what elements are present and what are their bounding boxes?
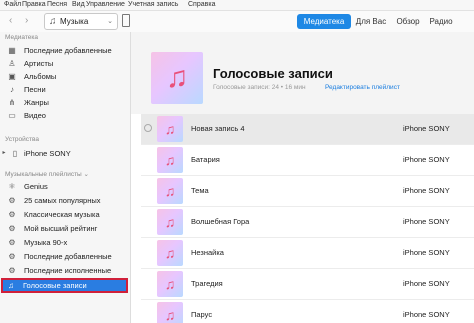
track-artwork: ♫: [157, 209, 183, 235]
sidebar-item-songs[interactable]: ♪ Песни: [3, 83, 125, 96]
track-name: Незнайка: [191, 248, 224, 257]
music-note-icon: ♫: [164, 214, 176, 230]
album-icon: ▣: [8, 72, 16, 81]
music-note-icon: ♫: [165, 61, 189, 94]
sidebar-section-devices: Устройства: [5, 136, 40, 143]
track-artwork: ♫: [157, 271, 183, 297]
track-row[interactable]: ♫ Волшебная Гора iPhone SONY: [141, 207, 474, 238]
genres-icon: ⋔: [8, 98, 16, 107]
track-artist: iPhone SONY: [403, 248, 450, 257]
gear-icon: ⚙: [8, 252, 16, 261]
menu-view[interactable]: Вид: [72, 0, 85, 10]
track-row[interactable]: ♫ Парус iPhone SONY: [141, 300, 474, 323]
menu-controls[interactable]: Управление: [86, 0, 125, 10]
sidebar-item-recently-played[interactable]: ⚙ Последние исполненные: [3, 264, 125, 277]
music-note-icon: ♫: [164, 152, 176, 168]
track-artist: iPhone SONY: [403, 124, 450, 133]
music-note-icon: ♫: [164, 121, 176, 137]
main-content: ♫ Голосовые записи Голосовые записи: 24 …: [131, 32, 474, 323]
menu-bar: Файл Правка Песня Вид Управление Учетная…: [0, 0, 474, 11]
edit-playlist-link[interactable]: Редактировать плейлист: [325, 84, 400, 91]
gear-icon: ⚙: [8, 238, 16, 247]
track-name: Трагедия: [191, 279, 223, 288]
track-artwork: ♫: [157, 240, 183, 266]
playlist-header: ♫ Голосовые записи Голосовые записи: 24 …: [131, 32, 474, 114]
media-type-selector[interactable]: ♫ Музыка ⌄: [44, 13, 118, 30]
sidebar-item-classical[interactable]: ⚙ Классическая музыка: [3, 208, 125, 221]
music-note-icon: ♫: [164, 245, 176, 261]
menu-edit[interactable]: Правка: [22, 0, 46, 10]
track-artist: iPhone SONY: [403, 310, 450, 319]
sidebar-item-top-25[interactable]: ⚙ 25 самых популярных: [3, 194, 125, 207]
sidebar-item-top-rated[interactable]: ⚙ Мой высший рейтинг: [3, 222, 125, 235]
playlist-title: Голосовые записи: [213, 66, 333, 81]
music-note-icon: ♫: [164, 183, 176, 199]
video-icon: ▭: [8, 111, 16, 120]
track-artwork: ♫: [157, 302, 183, 323]
sidebar-item-voice-memos[interactable]: ♫ Голосовые записи: [1, 278, 128, 293]
track-row[interactable]: ♫ Тема iPhone SONY: [141, 176, 474, 207]
sidebar-item-device[interactable]: ▸ ▯ iPhone SONY: [1, 147, 125, 160]
playlist-icon: ♫: [8, 281, 14, 290]
phone-icon: ▯: [12, 149, 18, 158]
track-name: Новая запись 4: [191, 124, 245, 133]
music-note-icon: ♪: [10, 85, 14, 94]
track-name: Парус: [191, 310, 213, 319]
sidebar-section-playlists: Музыкальные плейлисты ⌄: [5, 171, 89, 178]
track-row[interactable]: ♫ Новая запись 4 iPhone SONY: [141, 114, 474, 145]
chevron-down-icon: ⌄: [107, 18, 113, 25]
forward-button[interactable]: ›: [25, 13, 28, 29]
back-button[interactable]: ‹: [9, 13, 12, 29]
tab-browse[interactable]: Обзор: [393, 14, 423, 29]
microphone-icon: ♙: [8, 59, 16, 68]
music-note-icon: ♫: [49, 16, 57, 27]
tab-radio[interactable]: Радио: [427, 14, 455, 29]
menu-account[interactable]: Учетная запись: [128, 0, 178, 10]
sidebar-item-90s[interactable]: ⚙ Музыка 90-х: [3, 236, 125, 249]
gear-icon: ⚙: [8, 224, 16, 233]
track-name: Волшебная Гора: [191, 217, 250, 226]
tab-for-you[interactable]: Для Вас: [354, 14, 388, 29]
caret-right-icon[interactable]: ▸: [1, 147, 7, 160]
playlist-artwork: ♫: [151, 52, 203, 104]
track-artist: iPhone SONY: [403, 155, 450, 164]
sidebar-section-library: Медиатека: [5, 34, 38, 41]
track-name: Тема: [191, 186, 209, 195]
sidebar-item-video[interactable]: ▭ Видео: [3, 109, 125, 122]
gear-icon: ⚙: [8, 196, 16, 205]
music-note-icon: ♫: [164, 307, 176, 323]
sidebar-item-artists[interactable]: ♙ Артисты: [3, 57, 125, 70]
sidebar-item-genius[interactable]: ⚛ Genius: [3, 180, 125, 193]
sidebar: Медиатека ▦ Последние добавленные ♙ Арти…: [0, 32, 131, 323]
menu-song[interactable]: Песня: [47, 0, 67, 10]
sidebar-item-recently-added-playlist[interactable]: ⚙ Последние добавленные: [3, 250, 125, 263]
sidebar-item-recently-added[interactable]: ▦ Последние добавленные: [3, 44, 125, 57]
genius-icon: ⚛: [8, 182, 16, 191]
music-note-icon: ♫: [164, 276, 176, 292]
track-name: Батария: [191, 155, 220, 164]
track-artist: iPhone SONY: [403, 217, 450, 226]
gear-icon: ⚙: [8, 266, 16, 275]
track-row[interactable]: ♫ Батария iPhone SONY: [141, 145, 474, 176]
track-artwork: ♫: [157, 116, 183, 142]
tab-library[interactable]: Медиатека: [297, 14, 351, 29]
track-artist: iPhone SONY: [403, 279, 450, 288]
gear-icon: ⚙: [8, 210, 16, 219]
sidebar-item-albums[interactable]: ▣ Альбомы: [3, 70, 125, 83]
track-artwork: ♫: [157, 147, 183, 173]
sidebar-item-genres[interactable]: ⋔ Жанры: [3, 96, 125, 109]
menu-help[interactable]: Справка: [188, 0, 215, 10]
device-phone-icon[interactable]: [122, 14, 130, 27]
clock-grid-icon: ▦: [8, 46, 16, 55]
media-type-label: Музыка: [60, 17, 89, 26]
track-artwork: ♫: [157, 178, 183, 204]
toolbar: ‹ › ♫ Музыка ⌄ Медиатека Для Вас Обзор Р…: [0, 11, 474, 33]
track-artist: iPhone SONY: [403, 186, 450, 195]
now-playing-indicator: [144, 124, 152, 132]
menu-file[interactable]: Файл: [4, 0, 21, 10]
playlist-meta: Голосовые записи: 24 • 16 мин: [213, 84, 306, 91]
track-row[interactable]: ♫ Трагедия iPhone SONY: [141, 269, 474, 300]
track-row[interactable]: ♫ Незнайка iPhone SONY: [141, 238, 474, 269]
